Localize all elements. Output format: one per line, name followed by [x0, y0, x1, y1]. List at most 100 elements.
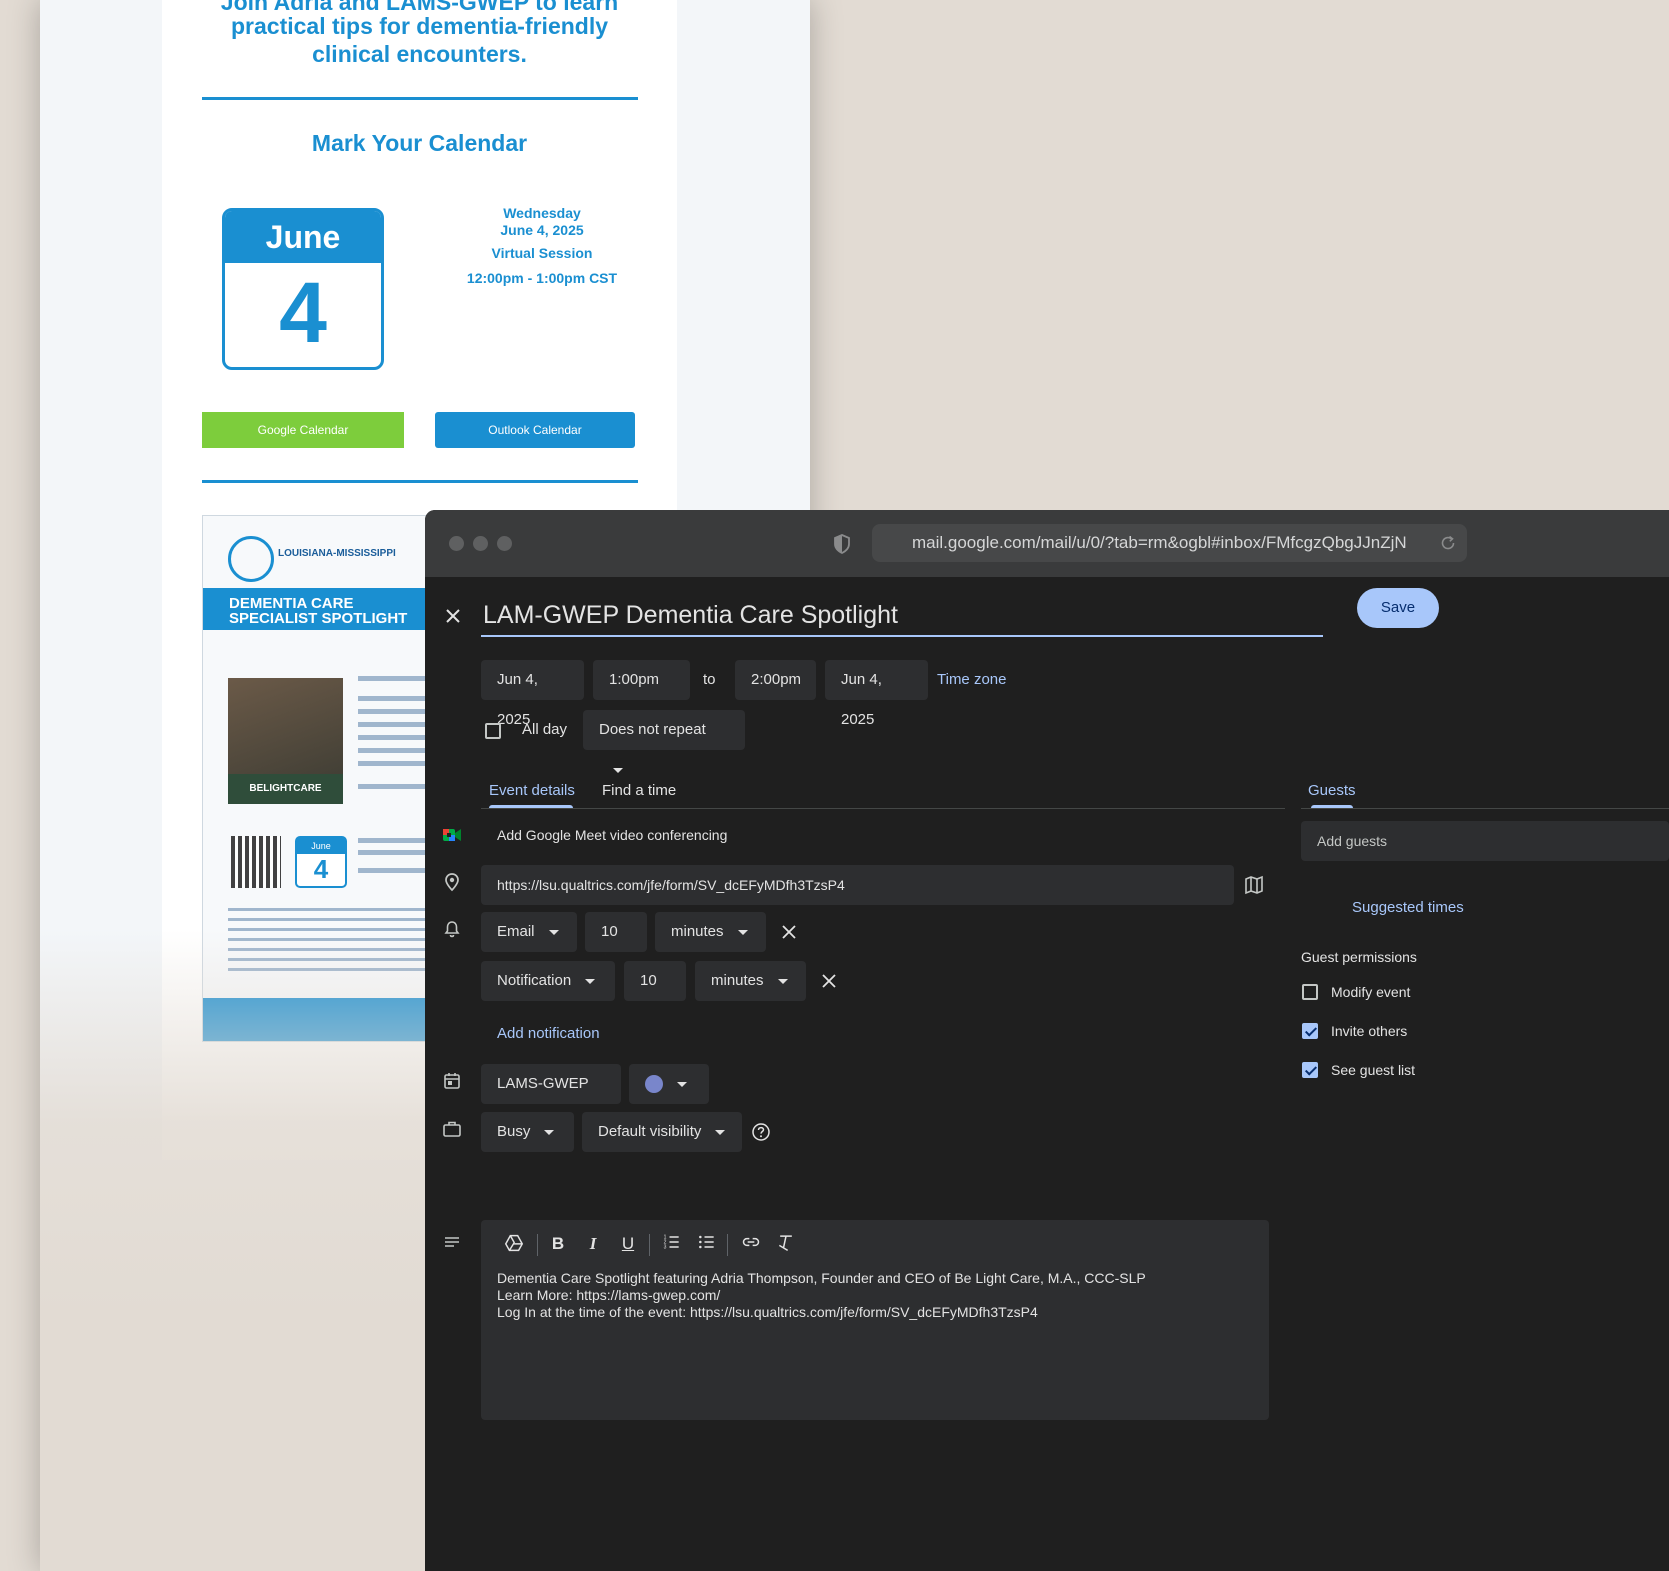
window-minimize-dot[interactable]: [473, 536, 488, 551]
underline-icon[interactable]: U: [616, 1232, 640, 1256]
start-date-picker[interactable]: Jun 4, 2025: [481, 660, 584, 728]
tab-find-a-time[interactable]: Find a time: [602, 771, 676, 811]
address-bar[interactable]: mail.google.com/mail/u/0/?tab=rm&ogbl#in…: [872, 524, 1467, 562]
bold-icon[interactable]: B: [546, 1232, 570, 1256]
newsletter-intro-line2: practical tips for dementia-friendly: [230, 13, 609, 39]
google-drive-icon[interactable]: [502, 1232, 526, 1256]
repeat-dropdown-label: Does not repeat: [599, 721, 706, 738]
outlook-calendar-button[interactable]: Outlook Calendar: [435, 412, 635, 448]
notification-1-value-input[interactable]: 10: [585, 912, 647, 952]
repeat-dropdown[interactable]: Does not repeat: [583, 710, 745, 773]
visibility-dropdown[interactable]: Default visibility: [582, 1112, 742, 1152]
newsletter-divider: [202, 97, 638, 100]
bell-icon: [444, 921, 460, 938]
to-label: to: [703, 671, 716, 688]
remove-notification-1-icon[interactable]: [779, 922, 799, 942]
privacy-shield-icon[interactable]: [833, 534, 851, 554]
notification-2-value-input[interactable]: 10: [624, 961, 686, 1001]
chevron-down-icon: [715, 1129, 726, 1135]
notification-1-unit-dropdown[interactable]: minutes: [655, 912, 766, 952]
flyer-text-line: [358, 735, 428, 740]
calendar-select-label: LAMS-GWEP: [497, 1075, 589, 1092]
location-pin-icon: [445, 873, 459, 892]
modify-event-checkbox[interactable]: [1302, 984, 1318, 1000]
mini-calendar-day: 4: [313, 854, 329, 884]
link-icon[interactable]: [739, 1232, 763, 1256]
window-zoom-dot[interactable]: [497, 536, 512, 551]
all-day-checkbox[interactable]: [485, 723, 501, 739]
chevron-down-icon: [548, 929, 559, 935]
calendar-select-dropdown[interactable]: LAMS-GWEP: [481, 1064, 621, 1127]
tabs-divider: [481, 808, 1285, 809]
calendar-month: June: [225, 211, 381, 263]
newsletter-intro-line3: clinical encounters.: [312, 41, 527, 67]
url-text: mail.google.com/mail/u/0/?tab=rm&ogbl#in…: [912, 533, 1407, 552]
blur-overlay: [40, 930, 480, 1571]
description-editor[interactable]: B I U 123 Dementia Care Spotlight featur…: [481, 1220, 1269, 1420]
event-date: June 4, 2025: [500, 222, 584, 238]
bulleted-list-icon[interactable]: [695, 1232, 719, 1256]
description-icon: [445, 1237, 459, 1247]
italic-icon[interactable]: I: [581, 1232, 605, 1256]
invite-others-checkbox[interactable]: [1302, 1023, 1318, 1039]
mini-calendar-icon: June 4: [295, 836, 347, 888]
remove-notification-2-icon[interactable]: [819, 971, 839, 991]
newsletter-divider-2: [202, 480, 638, 483]
close-icon[interactable]: [442, 605, 464, 627]
location-input[interactable]: https://lsu.qualtrics.com/jfe/form/SV_dc…: [481, 865, 1234, 905]
add-guests-input[interactable]: Add guests: [1301, 821, 1669, 861]
toolbar-separator: [649, 1234, 650, 1256]
suggested-times-button[interactable]: Suggested times: [1352, 888, 1464, 928]
toolbar-separator: [537, 1234, 538, 1256]
flyer-text-line: [358, 784, 428, 789]
visibility-label: Default visibility: [598, 1123, 702, 1140]
numbered-list-icon[interactable]: 123: [660, 1232, 684, 1256]
notification-2-type-dropdown[interactable]: Notification: [481, 961, 615, 1001]
window-close-dot[interactable]: [449, 536, 464, 551]
description-text[interactable]: Dementia Care Spotlight featuring Adria …: [497, 1270, 1257, 1321]
event-title-input[interactable]: LAM-GWEP Dementia Care Spotlight: [481, 595, 1323, 637]
org-logo-icon: [228, 536, 274, 582]
flyer-text-line: [358, 868, 428, 873]
event-weekday: Wednesday: [503, 205, 581, 221]
add-meet-button[interactable]: Add Google Meet video conferencing: [497, 815, 727, 855]
add-notification-button[interactable]: Add notification: [497, 1014, 600, 1054]
reload-icon[interactable]: [1439, 534, 1457, 552]
see-guest-list-checkbox[interactable]: [1302, 1062, 1318, 1078]
help-icon[interactable]: [751, 1122, 771, 1142]
availability-label: Busy: [497, 1123, 531, 1140]
map-icon[interactable]: [1244, 875, 1264, 895]
chevron-down-icon: [544, 1129, 555, 1135]
event-info: Wednesday June 4, 2025 Virtual Session 1…: [442, 205, 642, 291]
google-calendar-button[interactable]: Google Calendar: [202, 412, 404, 448]
clear-formatting-icon[interactable]: [774, 1232, 798, 1256]
toolbar-separator: [727, 1234, 728, 1256]
event-color-swatch: [645, 1075, 663, 1094]
time-zone-button[interactable]: Time zone: [937, 660, 1006, 700]
guest-permissions-heading: Guest permissions: [1301, 949, 1417, 965]
all-day-label: All day: [522, 721, 568, 738]
event-color-dropdown[interactable]: [629, 1064, 709, 1104]
flyer-text-line: [358, 722, 428, 727]
chevron-down-icon: [737, 929, 748, 935]
save-button[interactable]: Save: [1357, 588, 1439, 628]
see-guest-list-label: See guest list: [1331, 1062, 1416, 1078]
flyer-text-line: [358, 761, 428, 766]
end-date-picker[interactable]: Jun 4, 2025: [825, 660, 928, 728]
start-time-picker[interactable]: 1:00pm: [593, 660, 690, 700]
flyer-text-line: [358, 850, 428, 855]
notification-1-type-dropdown[interactable]: Email: [481, 912, 577, 952]
chevron-down-icon: [585, 978, 596, 984]
guests-tabs-divider: [1301, 808, 1669, 809]
flyer-text-line: [358, 676, 428, 681]
flyer-text-line: [358, 748, 428, 753]
end-time-picker[interactable]: 2:00pm: [735, 660, 816, 700]
notification-2-unit-dropdown[interactable]: minutes: [695, 961, 806, 1001]
briefcase-icon: [443, 1121, 461, 1137]
availability-dropdown[interactable]: Busy: [481, 1112, 574, 1152]
calendar-icon: [444, 1073, 460, 1089]
mark-calendar-heading: Mark Your Calendar: [311, 130, 528, 156]
qr-code-icon: [231, 836, 281, 888]
invite-others-label: Invite others: [1331, 1023, 1408, 1039]
chevron-down-icon: [777, 978, 788, 984]
